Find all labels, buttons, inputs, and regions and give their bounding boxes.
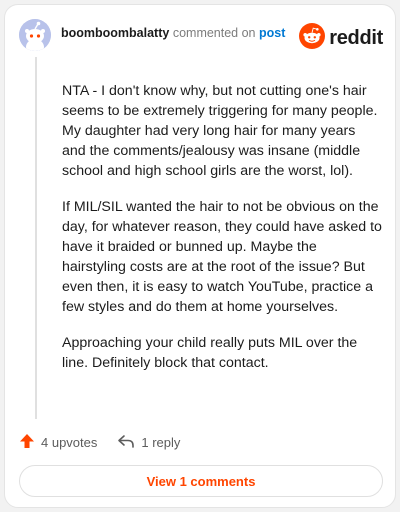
upvote-button[interactable]: 4 upvotes <box>19 433 97 452</box>
reply-button[interactable]: 1 reply <box>117 433 180 452</box>
comment-actions: 4 upvotes 1 reply <box>19 433 180 452</box>
comment-card: boomboombalatty commented on post reddit <box>4 4 396 508</box>
upvote-count: 4 upvotes <box>41 435 98 450</box>
comment-header: boomboombalatty commented on post reddit <box>5 5 395 63</box>
comment-paragraph: Approaching your child really puts MIL o… <box>62 335 358 371</box>
reply-count: 1 reply <box>141 435 181 450</box>
view-comments-button[interactable]: View 1 comments <box>19 465 383 497</box>
post-link[interactable]: post <box>259 26 285 40</box>
upvote-arrow-icon <box>19 433 35 452</box>
user-avatar-icon[interactable] <box>19 19 51 51</box>
reply-arrow-icon <box>117 433 135 452</box>
comment-body: NTA - I don't know why, but not cutting … <box>62 81 382 389</box>
comment-action-text: commented on <box>172 26 256 40</box>
thread-line[interactable] <box>35 57 37 419</box>
username-link[interactable]: boomboombalatty <box>61 26 169 40</box>
reddit-logo[interactable]: reddit <box>299 23 383 54</box>
comment-paragraph: NTA - I don't know why, but not cutting … <box>62 83 378 179</box>
comment-meta: boomboombalatty commented on post <box>61 26 285 40</box>
comment-paragraph: If MIL/SIL wanted the hair to not be obv… <box>62 199 382 315</box>
reddit-logo-icon <box>299 23 326 54</box>
reddit-wordmark: reddit <box>329 27 383 49</box>
